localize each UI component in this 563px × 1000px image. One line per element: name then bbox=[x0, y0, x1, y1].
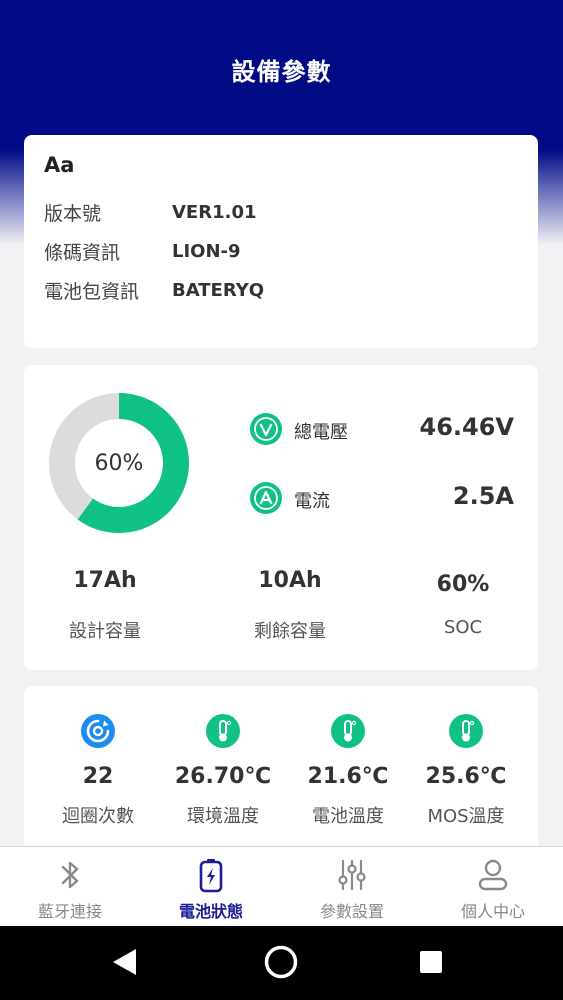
info-value: VER1.01 bbox=[172, 201, 257, 223]
soc-label: SOC bbox=[443, 617, 483, 638]
info-row-pack: 電池包資訊 BATERYQ bbox=[44, 275, 264, 305]
cycle-icon bbox=[81, 714, 115, 748]
mos-temp-item: 25.6℃ MOS溫度 bbox=[402, 686, 530, 846]
cycle-count-item: 22 迴圈次數 bbox=[34, 686, 162, 846]
battery-temp-label: 電池溫度 bbox=[312, 806, 384, 827]
sliders-icon bbox=[338, 859, 366, 891]
voltage-label: 總電壓 bbox=[294, 422, 348, 443]
battery-temp-item: 21.6℃ 電池溫度 bbox=[284, 686, 412, 846]
temperature-card: 22 迴圈次數 26.70℃ 環境溫度 21.6℃ 電池溫度 25.6℃ MOS bbox=[24, 686, 538, 846]
design-capacity-label: 設計容量 bbox=[69, 621, 141, 642]
nav-label: 參數設置 bbox=[319, 902, 384, 921]
bottom-nav: 藍牙連接 電池狀態 參數設置 個人中心 bbox=[0, 846, 563, 926]
nav-label: 個人中心 bbox=[460, 902, 525, 921]
voltage-icon bbox=[250, 413, 282, 445]
nav-label: 電池狀態 bbox=[178, 902, 243, 921]
ambient-temp-value: 26.70℃ bbox=[174, 764, 272, 789]
current-value: 2.5A bbox=[452, 482, 514, 510]
ambient-temp-item: 26.70℃ 環境溫度 bbox=[159, 686, 287, 846]
device-info-card: Aa 版本號 VER1.01 條碼資訊 LION-9 電池包資訊 BATERYQ bbox=[24, 135, 538, 348]
remaining-capacity-value: 10Ah bbox=[258, 568, 322, 593]
voltage-value: 46.46V bbox=[419, 413, 515, 441]
ambient-temp-label: 環境溫度 bbox=[187, 806, 259, 827]
current-label: 電流 bbox=[294, 491, 330, 512]
mos-temp-label: MOS溫度 bbox=[427, 806, 505, 827]
battery-temp-value: 21.6℃ bbox=[307, 764, 389, 789]
info-value: LION-9 bbox=[172, 240, 241, 262]
mos-temp-value: 25.6℃ bbox=[425, 764, 507, 789]
home-icon[interactable] bbox=[263, 944, 299, 980]
nav-item-battery-status[interactable]: 電池狀態 bbox=[141, 847, 281, 927]
nav-item-parameter-settings[interactable]: 參數設置 bbox=[282, 847, 422, 927]
info-label: 電池包資訊 bbox=[44, 280, 140, 303]
ampere-icon bbox=[250, 482, 282, 514]
recents-icon[interactable] bbox=[413, 944, 449, 980]
battery-status-card: 60% 總電壓 46.46V 電流 2.5A 17Ah 設計容量 10Ah 剩餘… bbox=[24, 365, 538, 670]
info-label: 版本號 bbox=[44, 202, 102, 225]
info-row-barcode: 條碼資訊 LION-9 bbox=[44, 236, 241, 266]
soc-value: 60% bbox=[436, 572, 490, 597]
system-nav-bar bbox=[0, 926, 563, 1000]
nav-label: 藍牙連接 bbox=[37, 902, 102, 921]
battery-icon bbox=[199, 859, 223, 893]
thermometer-icon bbox=[206, 714, 240, 748]
design-capacity-value: 17Ah bbox=[73, 568, 137, 593]
info-label: 條碼資訊 bbox=[44, 241, 121, 264]
thermometer-icon bbox=[449, 714, 483, 748]
nav-item-personal-center[interactable]: 個人中心 bbox=[423, 847, 563, 927]
cycle-count-value: 22 bbox=[82, 764, 114, 789]
bluetooth-icon bbox=[61, 861, 79, 889]
cycle-count-label: 迴圈次數 bbox=[62, 806, 134, 827]
remaining-capacity-label: 剩餘容量 bbox=[254, 621, 326, 642]
nav-item-bluetooth[interactable]: 藍牙連接 bbox=[0, 847, 140, 927]
device-name: Aa bbox=[44, 153, 75, 177]
thermometer-icon bbox=[331, 714, 365, 748]
info-value: BATERYQ bbox=[172, 279, 265, 301]
info-row-version: 版本號 VER1.01 bbox=[44, 197, 257, 227]
user-icon bbox=[478, 859, 508, 891]
back-icon[interactable] bbox=[107, 944, 143, 980]
soc-ring-label: 60% bbox=[94, 450, 144, 476]
page-title: 設備參數 bbox=[231, 58, 332, 86]
